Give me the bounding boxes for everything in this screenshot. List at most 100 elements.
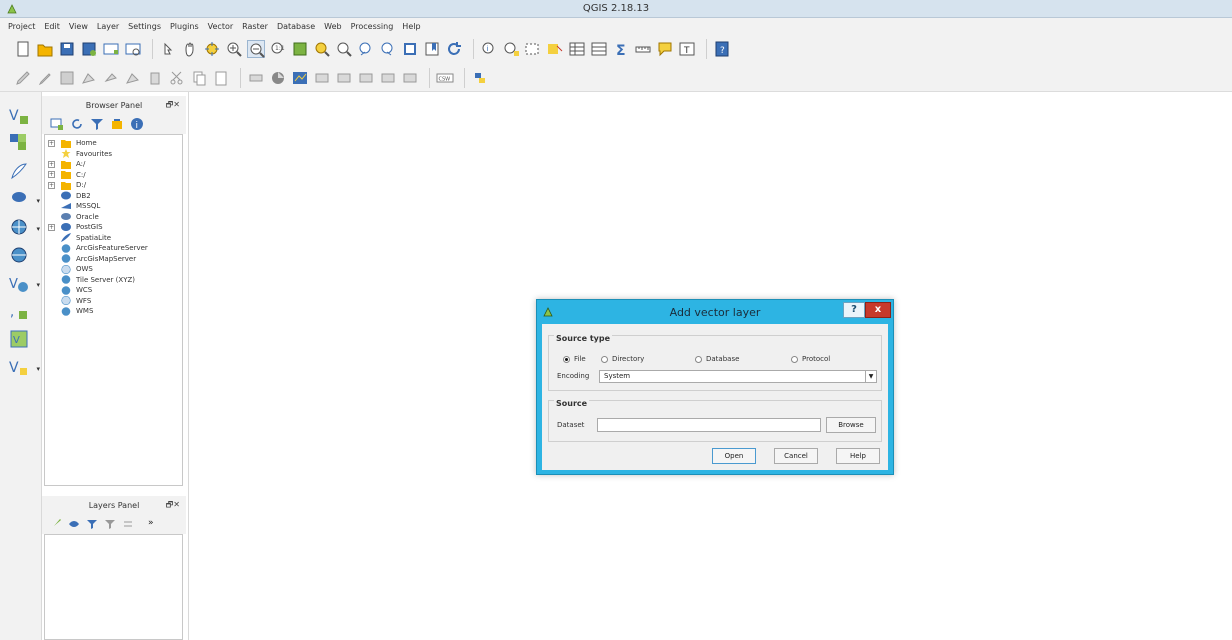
- refresh-icon[interactable]: [445, 40, 463, 58]
- add-virtual-layer-icon[interactable]: V: [8, 328, 32, 352]
- layers-tree[interactable]: [44, 534, 183, 640]
- label-toolbar-icon[interactable]: [247, 69, 265, 87]
- open-button[interactable]: Open: [712, 448, 756, 464]
- tree-item-arcgis-feature-server[interactable]: ArcGisFeatureServer: [45, 243, 182, 254]
- menu-web[interactable]: Web: [324, 22, 341, 31]
- menu-vector[interactable]: Vector: [208, 22, 234, 31]
- menu-raster[interactable]: Raster: [242, 22, 268, 31]
- pan-to-selection-icon[interactable]: [203, 40, 221, 58]
- add-wfs-layer-icon[interactable]: V ▾: [8, 272, 40, 296]
- manage-visibility-icon[interactable]: [68, 518, 80, 530]
- radio-database[interactable]: Database: [695, 355, 739, 363]
- zoom-native-icon[interactable]: 1:1: [269, 40, 287, 58]
- change-label-icon[interactable]: [379, 69, 397, 87]
- cancel-button[interactable]: Cancel: [774, 448, 818, 464]
- radio-directory[interactable]: Directory: [601, 355, 644, 363]
- menu-database[interactable]: Database: [277, 22, 315, 31]
- select-icon[interactable]: [502, 40, 520, 58]
- panel-float-close-icons[interactable]: 🗗✕: [166, 499, 180, 513]
- touch-zoom-icon[interactable]: [159, 40, 177, 58]
- tree-item-oracle[interactable]: Oracle: [45, 212, 182, 223]
- highlight-pinned-icon[interactable]: [313, 69, 331, 87]
- tree-item-db2[interactable]: DB2: [45, 191, 182, 202]
- add-wms-layer-icon[interactable]: ▾: [8, 216, 40, 240]
- identify-icon[interactable]: i: [480, 40, 498, 58]
- composer-manager-icon[interactable]: [124, 40, 142, 58]
- collapse-all-icon[interactable]: [110, 117, 124, 131]
- measure-icon[interactable]: [634, 40, 652, 58]
- add-selected-layers-icon[interactable]: [50, 117, 64, 131]
- tree-item-arcgis-map-server[interactable]: ArcGisMapServer: [45, 254, 182, 265]
- tree-item-d-drive[interactable]: + D:/: [45, 180, 182, 191]
- zoom-next-icon[interactable]: [379, 40, 397, 58]
- tree-item-postgis[interactable]: + PostGIS: [45, 222, 182, 233]
- tree-item-ows[interactable]: OWS: [45, 264, 182, 275]
- paste-features-icon[interactable]: [212, 69, 230, 87]
- menu-project[interactable]: Project: [8, 22, 35, 31]
- delete-selected-icon[interactable]: [146, 69, 164, 87]
- add-spatialite-layer-icon[interactable]: [8, 160, 32, 184]
- save-layer-edits-icon[interactable]: [58, 69, 76, 87]
- deselect-icon[interactable]: [524, 40, 542, 58]
- statistics-sum-icon[interactable]: Σ: [612, 40, 630, 58]
- toggle-editing-icon[interactable]: [36, 69, 54, 87]
- dialog-close-button[interactable]: x: [865, 302, 891, 318]
- properties-info-icon[interactable]: i: [130, 117, 144, 131]
- tree-item-wcs[interactable]: WCS: [45, 285, 182, 296]
- python-console-icon[interactable]: [471, 69, 489, 87]
- tree-item-favourites[interactable]: Favourites: [45, 149, 182, 160]
- save-as-icon[interactable]: [80, 40, 98, 58]
- menu-help[interactable]: Help: [402, 22, 420, 31]
- tree-item-wms[interactable]: WMS: [45, 306, 182, 317]
- move-feature-icon[interactable]: [102, 69, 120, 87]
- zoom-in-icon[interactable]: [225, 40, 243, 58]
- copy-features-icon[interactable]: [190, 69, 208, 87]
- field-calculator-icon[interactable]: [590, 40, 608, 58]
- node-tool-icon[interactable]: [124, 69, 142, 87]
- dialog-help-button[interactable]: ?: [843, 302, 865, 318]
- tree-item-home[interactable]: + Home: [45, 138, 182, 149]
- zoom-to-selection-icon[interactable]: [313, 40, 331, 58]
- zoom-out-icon[interactable]: [247, 40, 265, 58]
- menu-edit[interactable]: Edit: [44, 22, 60, 31]
- new-map-view-icon[interactable]: [401, 40, 419, 58]
- more-chevron-icon[interactable]: »: [148, 518, 160, 530]
- help-contents-icon[interactable]: ?: [713, 40, 731, 58]
- add-feature-icon[interactable]: [80, 69, 98, 87]
- add-delimited-text-layer-icon[interactable]: ,: [8, 300, 32, 324]
- help-button[interactable]: Help: [836, 448, 880, 464]
- csw-metasearch-icon[interactable]: CSW: [436, 69, 454, 87]
- tree-item-mssql[interactable]: MSSQL: [45, 201, 182, 212]
- open-project-icon[interactable]: [36, 40, 54, 58]
- new-project-icon[interactable]: [14, 40, 32, 58]
- tree-item-spatialite[interactable]: SpatiaLite: [45, 233, 182, 244]
- save-project-icon[interactable]: [58, 40, 76, 58]
- filter-legend-icon[interactable]: [86, 518, 98, 530]
- menu-view[interactable]: View: [69, 22, 88, 31]
- text-annotation-icon[interactable]: T: [678, 40, 696, 58]
- cut-features-icon[interactable]: [168, 69, 186, 87]
- radio-file[interactable]: File: [563, 355, 586, 363]
- add-wcs-layer-icon[interactable]: [8, 244, 32, 268]
- move-label-icon[interactable]: [335, 69, 353, 87]
- add-postgis-layer-icon[interactable]: ▾: [8, 188, 40, 212]
- new-print-composer-icon[interactable]: [102, 40, 120, 58]
- zoom-last-icon[interactable]: [357, 40, 375, 58]
- add-raster-layer-icon[interactable]: [8, 132, 32, 156]
- tree-item-wfs[interactable]: WFS: [45, 296, 182, 307]
- menu-processing[interactable]: Processing: [351, 22, 394, 31]
- bookmark-icon[interactable]: [423, 40, 441, 58]
- menu-layer[interactable]: Layer: [97, 22, 119, 31]
- layer-labeling-icon[interactable]: [269, 69, 287, 87]
- browse-button[interactable]: Browse: [826, 417, 876, 433]
- menu-settings[interactable]: Settings: [128, 22, 161, 31]
- filter-icon[interactable]: [90, 117, 104, 131]
- show-hide-labels-icon[interactable]: [401, 69, 419, 87]
- refresh-icon[interactable]: [70, 117, 84, 131]
- dataset-input[interactable]: [597, 418, 821, 432]
- current-edits-icon[interactable]: [14, 69, 32, 87]
- open-attribute-table-icon[interactable]: [568, 40, 586, 58]
- rotate-label-icon[interactable]: [357, 69, 375, 87]
- add-vector-layer-icon[interactable]: V: [8, 104, 32, 128]
- menu-plugins[interactable]: Plugins: [170, 22, 199, 31]
